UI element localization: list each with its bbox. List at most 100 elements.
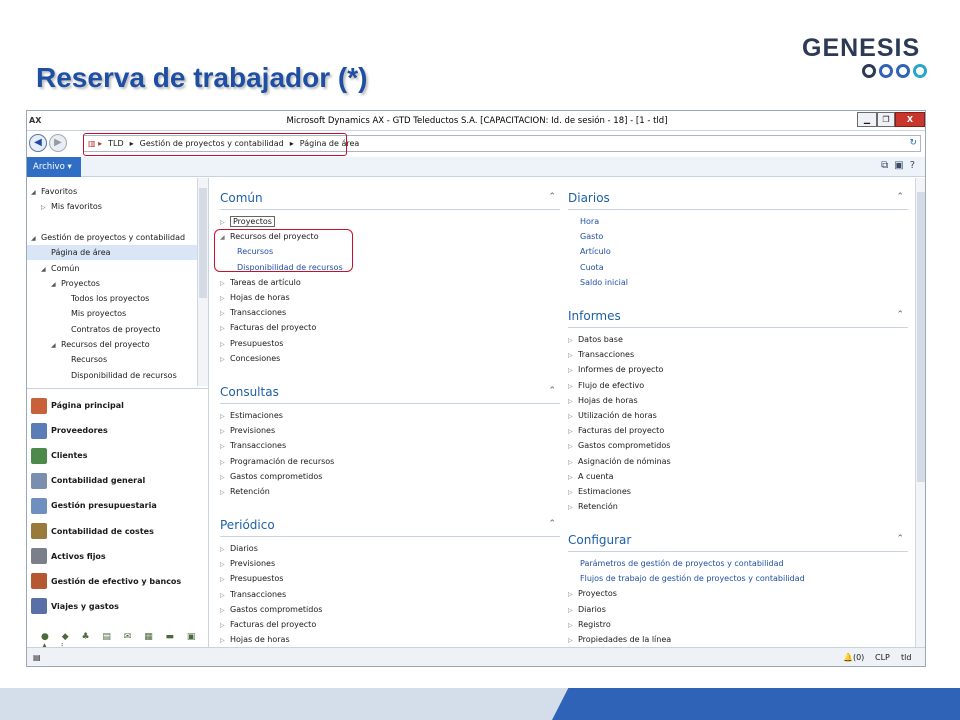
section-link[interactable]: ▷ Previsiones — [220, 556, 275, 571]
section-link[interactable]: ▷ Proyectos — [568, 586, 617, 601]
refresh-icon[interactable]: ↻ — [909, 138, 917, 148]
expand-triangle-icon[interactable]: ▷ — [41, 200, 51, 215]
module-button[interactable]: Página principal — [31, 393, 207, 418]
archivo-menu-button[interactable]: Archivo ▾ — [27, 157, 81, 177]
module-button[interactable]: Gestión de efectivo y bancos — [31, 569, 207, 594]
nav-scrollbar-thumb[interactable] — [199, 188, 207, 298]
section-link[interactable]: ▷ Flujo de efectivo — [568, 378, 644, 393]
section-link[interactable]: ▷ Registro — [568, 617, 611, 632]
expand-triangle-icon[interactable]: ▷ — [568, 455, 578, 470]
module-button[interactable]: Contabilidad de costes — [31, 519, 207, 544]
status-doc-icon[interactable]: ▤ — [33, 653, 41, 662]
collapse-chevron-icon[interactable]: ⌃ — [896, 310, 904, 320]
expand-triangle-icon[interactable]: ▷ — [568, 618, 578, 633]
section-link[interactable]: ▷ Estimaciones — [220, 408, 283, 423]
collapse-chevron-icon[interactable]: ⌃ — [548, 386, 556, 396]
section-link[interactable]: Artículo — [580, 244, 611, 259]
expand-triangle-icon[interactable]: ▷ — [220, 291, 230, 306]
expand-triangle-icon[interactable]: ▷ — [568, 424, 578, 439]
expand-triangle-icon[interactable]: ▷ — [220, 618, 230, 633]
expand-triangle-icon[interactable]: ▷ — [220, 352, 230, 367]
section-link[interactable]: ▷ Propiedades de la línea — [568, 632, 671, 647]
nav-tree-item[interactable]: ◢ Proyectos — [27, 276, 100, 291]
section-link[interactable]: ▷ Facturas del proyecto — [568, 423, 664, 438]
section-link[interactable]: ▷ Utilización de horas — [568, 408, 657, 423]
nav-scrollbar[interactable] — [197, 178, 208, 386]
expand-triangle-icon[interactable]: ▷ — [568, 379, 578, 394]
expand-triangle-icon[interactable]: ◢ — [31, 231, 41, 246]
section-link[interactable]: ▷ Diarios — [568, 602, 606, 617]
collapse-chevron-icon[interactable]: ⌃ — [896, 534, 904, 544]
expand-triangle-icon[interactable]: ▷ — [568, 439, 578, 454]
expand-triangle-icon[interactable]: ▷ — [568, 394, 578, 409]
section-link[interactable]: ▷ Transacciones — [220, 438, 286, 453]
forward-button[interactable]: ▶ — [49, 134, 67, 152]
notifications-status[interactable]: 🔔(0) — [843, 653, 864, 662]
expand-triangle-icon[interactable]: ▷ — [220, 485, 230, 500]
module-button[interactable]: Viajes y gastos — [31, 594, 207, 619]
section-link[interactable]: ▷ Facturas del proyecto — [220, 320, 316, 335]
expand-triangle-icon[interactable]: ▷ — [568, 363, 578, 378]
expand-triangle-icon[interactable]: ▷ — [220, 603, 230, 618]
section-link[interactable]: ▷ Transacciones — [568, 347, 634, 362]
section-link[interactable]: ▷ Estimaciones — [568, 484, 631, 499]
panel-icon[interactable]: ▣ — [894, 160, 909, 171]
section-link[interactable]: ▷ Tareas de artículo — [220, 275, 301, 290]
section-link[interactable]: Saldo inicial — [580, 275, 628, 290]
expand-triangle-icon[interactable]: ◢ — [31, 185, 41, 200]
company-status[interactable]: tld — [901, 653, 911, 662]
section-link[interactable]: ▷ Proyectos — [220, 214, 275, 229]
nav-tree-item[interactable]: Disponibilidad de recursos — [27, 368, 177, 383]
section-link[interactable]: ▷ Transacciones — [220, 305, 286, 320]
section-link[interactable]: ▷ Datos base — [568, 332, 623, 347]
layout-icon[interactable]: ⧉ — [881, 160, 894, 171]
nav-tree-item[interactable]: Recursos — [27, 352, 107, 367]
section-link[interactable]: ▷ Programación de recursos — [220, 454, 334, 469]
expand-triangle-icon[interactable]: ▷ — [220, 470, 230, 485]
nav-tree-item[interactable]: ▷ Mis favoritos — [27, 199, 102, 214]
section-link[interactable]: ▷ Asignación de nóminas — [568, 454, 671, 469]
section-link[interactable]: Parámetros de gestión de proyectos y con… — [580, 556, 784, 571]
back-button[interactable]: ◀ — [29, 134, 47, 152]
expand-triangle-icon[interactable]: ▷ — [220, 215, 230, 230]
module-button[interactable]: Contabilidad general — [31, 468, 207, 493]
section-link[interactable]: ▷ Gastos comprometidos — [220, 469, 322, 484]
collapse-chevron-icon[interactable]: ⌃ — [896, 192, 904, 202]
expand-triangle-icon[interactable]: ▷ — [220, 633, 230, 648]
module-button[interactable]: Clientes — [31, 443, 207, 468]
section-link[interactable]: Flujos de trabajo de gestión de proyecto… — [580, 571, 805, 586]
help-icon[interactable]: ? — [910, 160, 921, 171]
section-link[interactable]: ▷ Concesiones — [220, 351, 280, 366]
module-button[interactable]: Proveedores — [31, 418, 207, 443]
section-link[interactable]: ▷ Hojas de horas — [220, 290, 290, 305]
expand-triangle-icon[interactable]: ▷ — [220, 439, 230, 454]
expand-triangle-icon[interactable]: ▷ — [220, 337, 230, 352]
expand-triangle-icon[interactable]: ▷ — [220, 424, 230, 439]
expand-triangle-icon[interactable]: ▷ — [568, 348, 578, 363]
nav-tree-item[interactable]: Todos los proyectos — [27, 291, 149, 306]
section-link[interactable]: ▷ Presupuestos — [220, 571, 283, 586]
expand-triangle-icon[interactable]: ▷ — [220, 557, 230, 572]
nav-tree-item[interactable]: ◢ Recursos del proyecto — [27, 337, 150, 352]
nav-tree-item[interactable] — [27, 215, 41, 230]
expand-triangle-icon[interactable]: ◢ — [51, 338, 61, 353]
expand-triangle-icon[interactable]: ▷ — [568, 587, 578, 602]
section-link[interactable]: ▷ Informes de proyecto — [568, 362, 663, 377]
section-link[interactable]: ▷ Retención — [568, 499, 618, 514]
expand-triangle-icon[interactable]: ▷ — [220, 588, 230, 603]
expand-triangle-icon[interactable]: ◢ — [51, 277, 61, 292]
section-link[interactable]: Cuota — [580, 260, 604, 275]
minimize-button[interactable]: ▁ — [857, 112, 877, 127]
expand-triangle-icon[interactable]: ▷ — [220, 572, 230, 587]
currency-status[interactable]: CLP — [875, 653, 890, 662]
expand-triangle-icon[interactable]: ▷ — [568, 500, 578, 515]
expand-triangle-icon[interactable]: ▷ — [220, 276, 230, 291]
expand-triangle-icon[interactable]: ▷ — [568, 333, 578, 348]
nav-tree-item[interactable]: Contratos de proyecto — [27, 322, 160, 337]
nav-tree-item[interactable]: ◢ Gestión de proyectos y contabilidad — [27, 230, 185, 245]
section-link[interactable]: ▷ Presupuestos — [220, 336, 283, 351]
section-link[interactable]: Hora — [580, 214, 599, 229]
close-button[interactable]: X — [895, 112, 925, 127]
collapse-chevron-icon[interactable]: ⌃ — [548, 192, 556, 202]
maximize-button[interactable]: ❐ — [877, 112, 895, 127]
